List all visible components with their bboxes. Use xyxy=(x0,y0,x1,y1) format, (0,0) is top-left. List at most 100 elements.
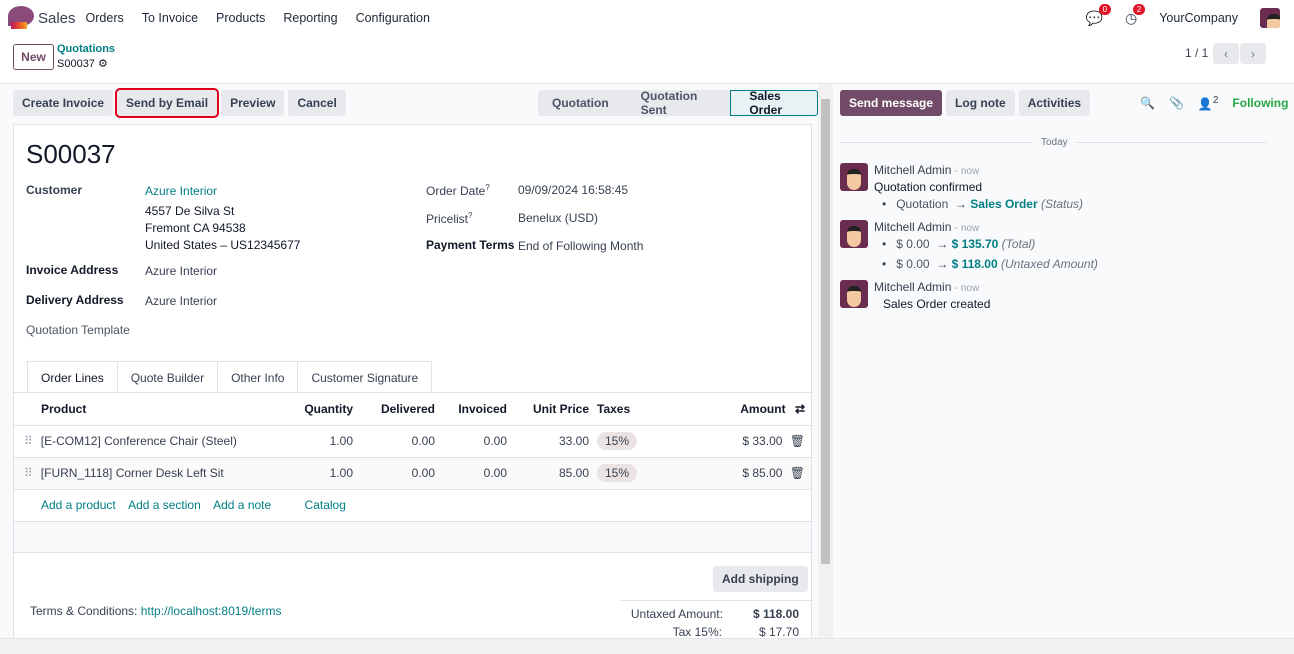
invoice-address-label: Invoice Address xyxy=(26,263,119,277)
add-shipping-button[interactable]: Add shipping xyxy=(713,566,808,592)
menu-configuration[interactable]: Configuration xyxy=(356,11,430,25)
customer-field[interactable]: Azure Interior xyxy=(145,184,217,198)
drag-handle-icon[interactable]: ⠿ xyxy=(24,434,33,448)
pricelist-field[interactable]: Benelux (USD) xyxy=(518,211,598,225)
horizontal-scrollbar[interactable] xyxy=(0,638,1294,654)
author-avatar[interactable] xyxy=(840,280,868,308)
message-author[interactable]: Mitchell Admin xyxy=(874,163,951,177)
status-quotation[interactable]: Quotation xyxy=(538,90,623,116)
col-quantity[interactable]: Quantity xyxy=(294,393,359,426)
tax-tag[interactable]: 15% xyxy=(597,464,638,482)
messages-icon[interactable]: 💬 0 xyxy=(1086,3,1112,27)
line-product[interactable]: [E-COM12] Conference Chair (Steel) xyxy=(41,434,237,448)
menu-to-invoice[interactable]: To Invoice xyxy=(142,11,198,25)
send-message-button[interactable]: Send message xyxy=(840,90,943,116)
status-quotation-sent[interactable]: Quotation Sent xyxy=(623,89,731,117)
optional-columns-icon[interactable]: ⇄ xyxy=(795,402,805,416)
add-note-link[interactable]: Add a note xyxy=(213,498,271,512)
col-amount[interactable]: Amount ⇄ xyxy=(655,393,811,426)
trash-icon[interactable]: 🗑 xyxy=(790,466,805,480)
log-note-button[interactable]: Log note xyxy=(946,90,1015,116)
send-by-email-button[interactable]: Send by Email xyxy=(115,88,220,118)
tab-other-info[interactable]: Other Info xyxy=(218,361,299,393)
invoice-address-field[interactable]: Azure Interior xyxy=(145,264,217,278)
line-delivered: 0.00 xyxy=(359,457,441,490)
col-invoiced[interactable]: Invoiced xyxy=(441,393,513,426)
chatter-message: Mitchell Admin - now Quotation confirmed… xyxy=(840,163,1280,214)
sales-app-logo[interactable] xyxy=(8,6,36,30)
pager-next-icon[interactable]: › xyxy=(1240,43,1266,64)
line-amount: $ 33.00 xyxy=(742,434,783,448)
menu-reporting[interactable]: Reporting xyxy=(283,11,337,25)
author-avatar[interactable] xyxy=(840,163,868,191)
breadcrumb-quotations[interactable]: Quotations xyxy=(57,43,115,55)
terms-link[interactable]: http://localhost:8019/terms xyxy=(141,604,282,618)
message-time: - now xyxy=(954,283,980,294)
address-line: United States – US12345677 xyxy=(145,238,301,252)
paperclip-icon[interactable]: 📎 xyxy=(1169,96,1184,110)
message-time: - now xyxy=(954,223,980,234)
create-invoice-button[interactable]: Create Invoice xyxy=(13,90,114,116)
followers-icon[interactable]: 👤2 xyxy=(1198,95,1219,111)
message-body: Quotation confirmed xyxy=(874,180,983,194)
old-value: $ 0.00 xyxy=(896,257,930,271)
table-row[interactable]: ⠿ [FURN_1118] Corner Desk Left Sit 1.00 0… xyxy=(14,457,811,490)
pager-prev-icon[interactable]: ‹ xyxy=(1213,43,1239,64)
col-product[interactable]: Product xyxy=(14,393,294,426)
old-value: $ 0.00 xyxy=(896,237,930,251)
line-qty[interactable]: 1.00 xyxy=(294,425,359,458)
delivery-address-field[interactable]: Azure Interior xyxy=(145,294,217,308)
author-avatar[interactable] xyxy=(840,220,868,248)
catalog-link[interactable]: Catalog xyxy=(305,498,346,512)
form-scrollbar[interactable] xyxy=(818,84,833,638)
app-name[interactable]: Sales xyxy=(38,10,76,27)
message-author[interactable]: Mitchell Admin xyxy=(874,280,951,294)
activities-button[interactable]: Activities xyxy=(1018,90,1091,116)
line-amount: $ 85.00 xyxy=(742,466,783,480)
address-line: 4557 De Silva St xyxy=(145,204,235,218)
drag-handle-icon[interactable]: ⠿ xyxy=(24,466,33,480)
line-qty[interactable]: 1.00 xyxy=(294,457,359,490)
preview-button[interactable]: Preview xyxy=(221,90,285,116)
following-button[interactable]: Following xyxy=(1232,96,1288,110)
table-row[interactable]: ⠿ [E-COM12] Conference Chair (Steel) 1.00… xyxy=(14,425,811,458)
order-date-field[interactable]: 09/09/2024 16:58:45 xyxy=(518,183,628,197)
col-delivered[interactable]: Delivered xyxy=(359,393,441,426)
order-date-label: Order Date xyxy=(426,184,486,198)
cancel-button[interactable]: Cancel xyxy=(288,90,346,116)
new-value: $ 118.00 xyxy=(951,257,998,271)
company-switcher[interactable]: YourCompany xyxy=(1159,11,1238,25)
new-button[interactable]: New xyxy=(13,44,54,70)
menu-orders[interactable]: Orders xyxy=(86,11,124,25)
form-view: Create Invoice Send by Email Preview Can… xyxy=(0,84,818,644)
line-price[interactable]: 85.00 xyxy=(513,457,595,490)
activities-badge: 2 xyxy=(1132,3,1146,15)
menu-products[interactable]: Products xyxy=(216,11,265,25)
tax-tag[interactable]: 15% xyxy=(597,432,638,450)
tab-quote-builder[interactable]: Quote Builder xyxy=(117,361,219,393)
tab-order-lines[interactable]: Order Lines xyxy=(27,361,118,393)
gear-icon[interactable]: ⚙ xyxy=(98,58,108,70)
messages-badge: 0 xyxy=(1098,3,1112,15)
line-price[interactable]: 33.00 xyxy=(513,425,595,458)
line-invoiced: 0.00 xyxy=(441,457,513,490)
followers-count: 2 xyxy=(1212,95,1219,106)
user-avatar[interactable] xyxy=(1260,8,1280,28)
col-taxes[interactable]: Taxes xyxy=(595,393,655,426)
activities-clock-icon[interactable]: ◷ 2 xyxy=(1125,3,1146,27)
add-section-link[interactable]: Add a section xyxy=(128,498,201,512)
payment-terms-field[interactable]: End of Following Month xyxy=(518,239,643,253)
tab-customer-signature[interactable]: Customer Signature xyxy=(298,361,433,393)
order-lines-table: Product Quantity Delivered Invoiced Unit… xyxy=(14,392,811,553)
add-product-link[interactable]: Add a product xyxy=(41,498,116,512)
status-bar: Quotation Quotation Sent Sales Order xyxy=(538,89,818,117)
chatter-message: Mitchell Admin - now Sales Order created xyxy=(840,280,1280,311)
status-sales-order[interactable]: Sales Order xyxy=(730,89,818,117)
message-author[interactable]: Mitchell Admin xyxy=(874,220,951,234)
old-value: Quotation xyxy=(896,197,949,211)
search-icon[interactable]: 🔍 xyxy=(1140,96,1155,110)
payment-terms-label: Payment Terms xyxy=(426,238,515,252)
trash-icon[interactable]: 🗑 xyxy=(790,434,805,448)
line-product[interactable]: [FURN_1118] Corner Desk Left Sit xyxy=(41,466,224,480)
col-unit-price[interactable]: Unit Price xyxy=(513,393,595,426)
